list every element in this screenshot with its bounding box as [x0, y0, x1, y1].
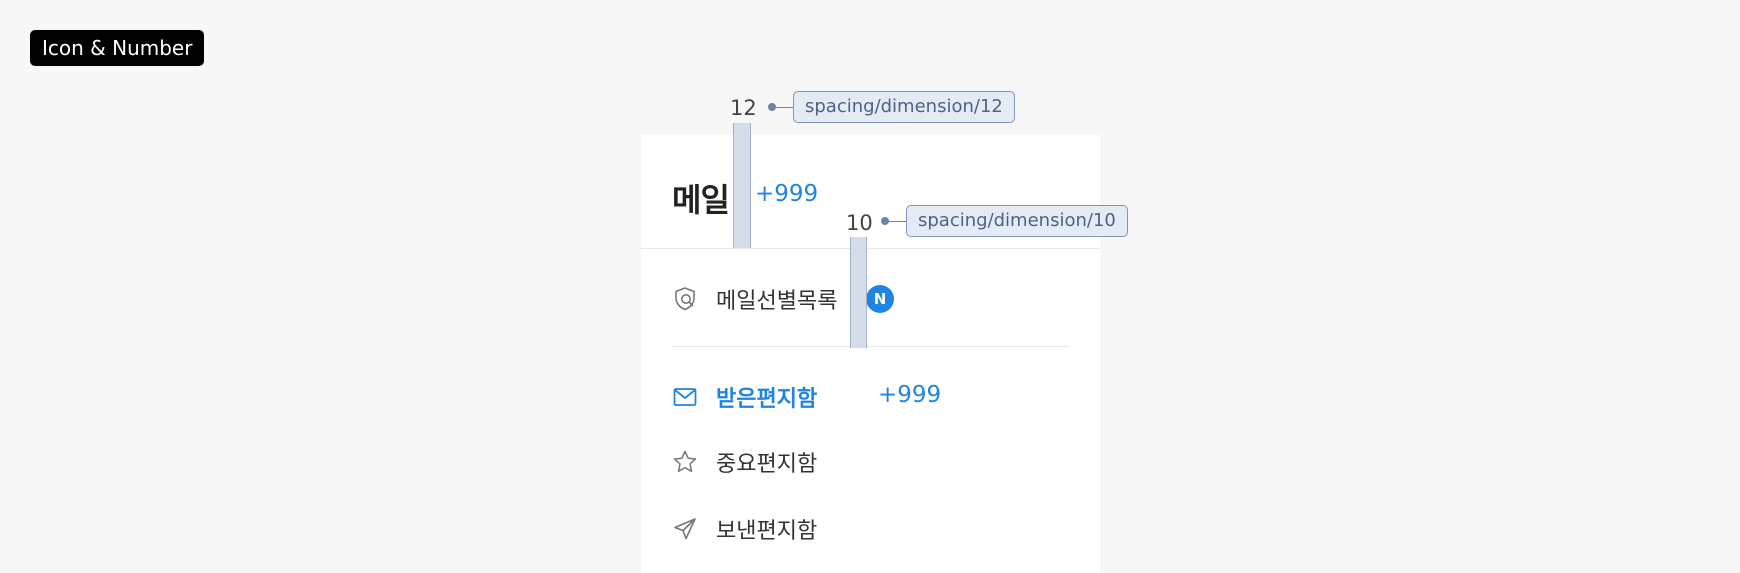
sidebar-item-label: 받은편지함 — [716, 387, 818, 412]
header-divider — [641, 248, 1100, 249]
panel-title-count: +999 — [755, 181, 819, 207]
panel-title: 메일 — [672, 181, 730, 219]
star-icon — [673, 450, 697, 473]
sidebar-item-mail-filter-list[interactable]: 메일선별목록 N — [672, 279, 912, 319]
annotation-leader — [885, 221, 906, 222]
spacing-value-12: 12 — [730, 96, 757, 120]
sidebar-item-inbox[interactable]: 받은편지함 +999 — [672, 377, 941, 417]
spacing-token-10: spacing/dimension/10 — [906, 205, 1128, 237]
sidebar-item-label: 메일선별목록 — [716, 289, 838, 314]
mail-panel: 메일 +999 메일선별목록 N 받은편지함 +999 중요편지함 보낸편지함 — [641, 135, 1100, 573]
unread-count: +999 — [878, 382, 942, 408]
sidebar-item-label: 보낸편지함 — [716, 519, 818, 544]
section-tag: Icon & Number — [30, 30, 205, 66]
row-divider — [672, 346, 1070, 347]
envelope-icon — [673, 388, 697, 406]
paper-plane-icon — [674, 518, 696, 540]
shield-search-icon — [675, 287, 695, 311]
spacing-measure-12 — [733, 123, 751, 248]
annotation-leader — [772, 107, 793, 108]
new-badge: N — [866, 285, 894, 313]
spacing-token-12: spacing/dimension/12 — [793, 91, 1015, 123]
sidebar-item-sent[interactable]: 보낸편지함 — [672, 509, 872, 549]
spacing-value-10: 10 — [846, 211, 873, 235]
sidebar-item-starred[interactable]: 중요편지함 — [672, 442, 872, 482]
sidebar-item-label: 중요편지함 — [716, 452, 818, 477]
spacing-measure-10 — [850, 237, 867, 348]
